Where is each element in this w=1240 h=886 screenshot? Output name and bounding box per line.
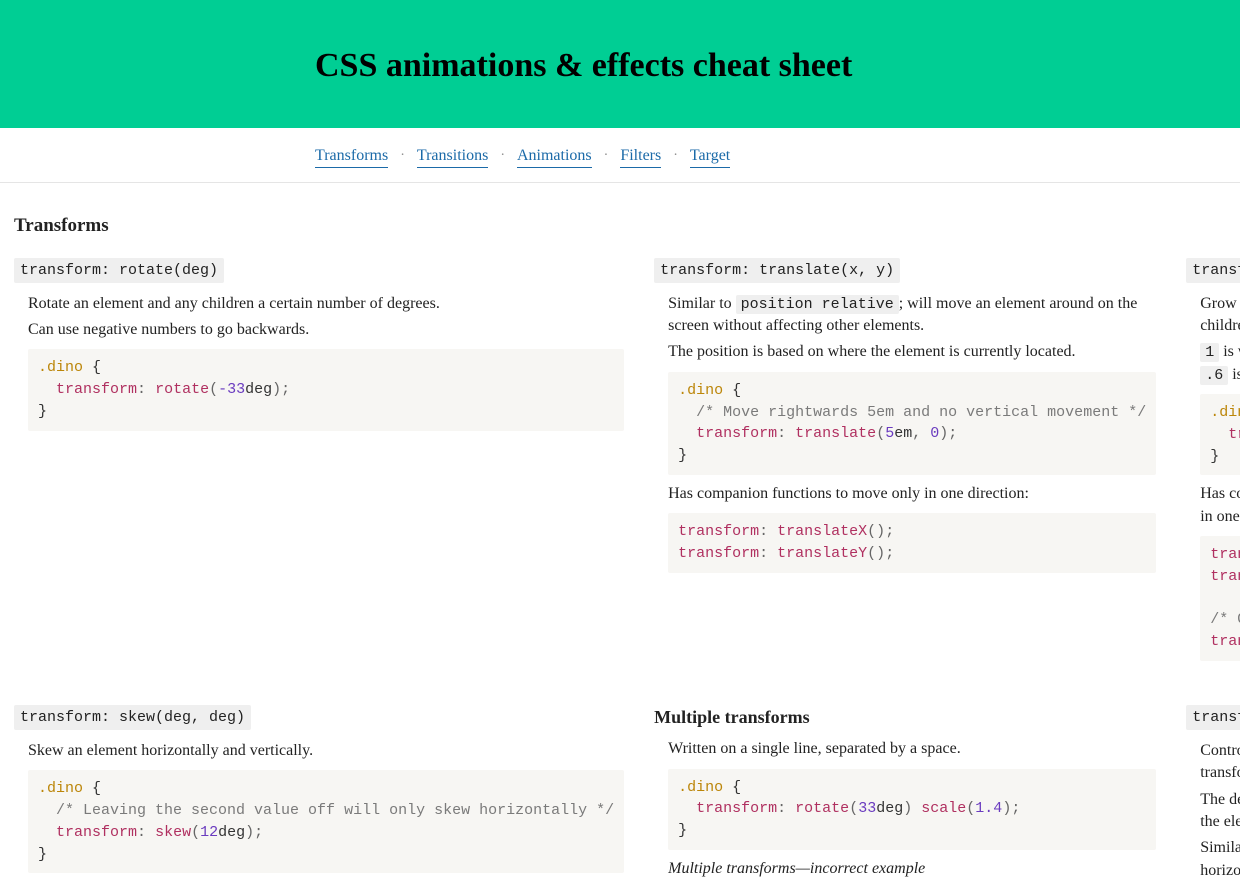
- section-heading: Transforms: [14, 213, 1226, 240]
- desc-text: Written on a single line, separated by a…: [668, 738, 1156, 760]
- prop-chip: transform: rotate(deg): [14, 258, 224, 283]
- desc-text: Skew an element horizontally and vertica…: [28, 740, 624, 762]
- code-block: .dino { /* Move rightwards 5em and no ve…: [668, 372, 1156, 475]
- page-title: CSS animations & effects cheat sheet: [315, 0, 1115, 128]
- code-block: .dino { transform: scale(1.4); }: [1200, 394, 1240, 475]
- desc-text: Control the anchor point for where the t…: [1200, 740, 1240, 785]
- hero-banner: CSS animations & effects cheat sheet: [0, 0, 1240, 128]
- desc-text: Can use negative numbers to go backwards…: [28, 319, 624, 341]
- inline-code: 1: [1200, 343, 1219, 362]
- desc-text: Grow or shrink an element and all its ch…: [1200, 293, 1240, 338]
- code-block: transform: scaleX(); transform: scaleY()…: [1200, 536, 1240, 661]
- cell-origin: transform-origin Control the anchor poin…: [1186, 705, 1240, 886]
- cell-scale: transform: scale(factor) Grow or shrink …: [1186, 258, 1240, 669]
- desc-text: Similar to position relative; will move …: [668, 293, 1156, 338]
- cell-multiple: Multiple transforms Written on a single …: [654, 705, 1156, 886]
- code-block: .dino { /* Leaving the second value off …: [28, 770, 624, 873]
- nav-sep: ·: [500, 146, 505, 166]
- nav-transitions[interactable]: Transitions: [417, 145, 488, 168]
- desc-text: Has companion functions to scale only in…: [1200, 483, 1240, 528]
- prop-chip: transform: scale(factor): [1186, 258, 1240, 283]
- desc-text: Rotate an element and any children a cer…: [28, 293, 624, 315]
- cheatsheet-grid: transform: rotate(deg) Rotate an element…: [14, 258, 1226, 886]
- inline-code: position relative: [736, 295, 899, 314]
- desc-text: The default is in the complete centre of…: [1200, 789, 1240, 834]
- subheading: Multiple transforms: [654, 705, 1156, 730]
- note-text: Multiple transforms—incorrect example: [668, 858, 1156, 880]
- nav-sep: ·: [400, 146, 405, 166]
- prop-chip: transform-origin: [1186, 705, 1240, 730]
- nav-filters[interactable]: Filters: [620, 145, 661, 168]
- cell-skew: transform: skew(deg, deg) Skew an elemen…: [14, 705, 624, 886]
- nav-sep: ·: [604, 146, 609, 166]
- nav-animations[interactable]: Animations: [517, 145, 592, 168]
- nav-sep: ·: [673, 146, 678, 166]
- cell-rotate: transform: rotate(deg) Rotate an element…: [14, 258, 624, 669]
- code-block: transform: translateX(); transform: tran…: [668, 513, 1156, 573]
- page-nav: Transforms · Transitions · Animations · …: [0, 128, 1240, 183]
- desc-text: The position is based on where the eleme…: [668, 341, 1156, 363]
- code-block: .dino { transform: rotate(33deg) scale(1…: [668, 769, 1156, 850]
- nav-transforms[interactable]: Transforms: [315, 145, 388, 168]
- code-block: .dino { transform: rotate(-33deg); }: [28, 349, 624, 430]
- desc-text: Has companion functions to move only in …: [668, 483, 1156, 505]
- desc-text: 1 is what the element currently is; .6 i…: [1200, 341, 1240, 386]
- prop-chip: transform: skew(deg, deg): [14, 705, 251, 730]
- prop-chip: transform: translate(x, y): [654, 258, 900, 283]
- inline-code: .6: [1200, 366, 1228, 385]
- nav-target[interactable]: Target: [690, 145, 730, 168]
- desc-text: Similar to background-position: horizont…: [1200, 837, 1240, 882]
- cell-translate: transform: translate(x, y) Similar to po…: [654, 258, 1156, 669]
